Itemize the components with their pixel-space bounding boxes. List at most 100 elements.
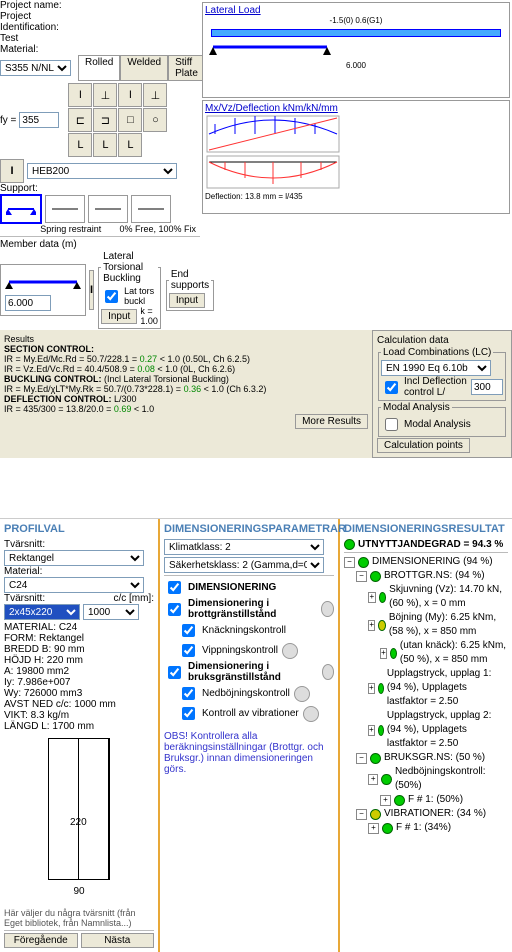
deflection-link[interactable]: Mx/Vz/Deflection kNm/kN/mm xyxy=(205,103,338,114)
profile-icon[interactable]: ⊏ xyxy=(68,108,92,132)
res-line: IR = My.Ed/χLT*My.Rk = 50.7/(0.73*228.1)… xyxy=(4,384,184,394)
ltb-checkbox[interactable] xyxy=(105,290,118,303)
deflection-value: Deflection: 13.8 mm = l/435 xyxy=(205,192,507,201)
sakerhet-select[interactable]: Säkerhetsklass: 2 (Gamma,d=0.91) xyxy=(164,557,324,573)
expand-icon[interactable]: + xyxy=(368,823,379,834)
info-line: LÄNGD L: 1700 mm xyxy=(4,721,154,732)
lateral-load-link[interactable]: Lateral Load xyxy=(205,5,261,16)
section-select[interactable]: HEB200 xyxy=(27,163,177,179)
fy-input[interactable] xyxy=(19,112,59,128)
obs-text: OBS! Kontrollera alla beräkningsinställn… xyxy=(164,731,334,775)
expand-icon[interactable]: − xyxy=(344,557,355,568)
support-cantilever-icon[interactable] xyxy=(88,195,128,223)
expand-icon[interactable]: − xyxy=(356,753,367,764)
section-preview-icon[interactable]: I xyxy=(89,270,94,310)
info-line: HÖJD H: 220 mm xyxy=(4,655,154,666)
tree-node[interactable]: −VIBRATIONER: (34 %) xyxy=(356,807,508,821)
material-select[interactable]: S355 N/NL xyxy=(0,60,71,76)
vib-label: Kontroll av vibrationer xyxy=(202,708,299,719)
status-dot-icon xyxy=(378,725,384,736)
section-i-icon[interactable]: I xyxy=(0,159,24,183)
tree-node[interactable]: −DIMENSIONERING (94 %) xyxy=(344,555,508,569)
gear-icon[interactable] xyxy=(282,643,298,659)
expand-icon[interactable]: + xyxy=(380,795,391,806)
profile-icon[interactable]: ⊐ xyxy=(93,108,117,132)
modal-checkbox[interactable] xyxy=(385,418,398,431)
hint-text: Här väljer du några tvärsnitt (från Eget… xyxy=(4,908,154,928)
dim-select[interactable]: 2x45x220 xyxy=(4,604,80,620)
material2-select[interactable]: C24 xyxy=(4,577,144,593)
section-control-head: SECTION CONTROL: xyxy=(4,344,94,354)
tree-node[interactable]: +F # 1: (34%) xyxy=(368,821,508,835)
tree-node[interactable]: +Upplagstryck, upplag 2: (94 %), Upplage… xyxy=(368,709,508,751)
tree-node[interactable]: −BRUKSGR.NS: (50 %) xyxy=(356,751,508,765)
tree-node[interactable]: +(utan knäck): 6.25 kNm, (50 %), x = 850… xyxy=(380,639,508,667)
next-button[interactable]: Nästa xyxy=(81,933,155,948)
expand-icon[interactable]: − xyxy=(356,809,367,820)
cc-select[interactable]: 1000 xyxy=(83,604,139,620)
support-fixed-icon[interactable] xyxy=(45,195,85,223)
vipp-checkbox[interactable] xyxy=(182,644,195,657)
gear-icon[interactable] xyxy=(322,664,334,680)
status-dot-icon xyxy=(358,557,369,568)
section-figure xyxy=(48,738,110,880)
dim-label: DIMENSIONERING xyxy=(188,582,276,593)
knack-checkbox[interactable] xyxy=(182,624,195,637)
tree-node[interactable]: +F # 1: (50%) xyxy=(380,793,508,807)
dim-checkbox[interactable] xyxy=(168,581,181,594)
expand-icon[interactable]: + xyxy=(368,683,375,694)
info-line: FORM: Rektangel xyxy=(4,633,154,644)
expand-icon[interactable]: + xyxy=(368,620,375,631)
expand-icon[interactable]: + xyxy=(380,648,387,659)
tab-welded[interactable]: Welded xyxy=(120,55,168,80)
gear-icon[interactable] xyxy=(303,706,319,722)
prev-button[interactable]: Föregående xyxy=(4,933,78,948)
support-pinned-icon[interactable] xyxy=(0,194,42,224)
expand-icon[interactable]: − xyxy=(356,571,367,582)
results-title: Results xyxy=(4,334,368,344)
profile-icon[interactable]: ○ xyxy=(143,108,167,132)
profile-icon[interactable]: ⊥ xyxy=(93,83,117,107)
klimat-select[interactable]: Klimatklass: 2 xyxy=(164,539,324,555)
project-value: Project xyxy=(0,11,200,22)
support-spring-icon[interactable] xyxy=(131,195,171,223)
profile-icon[interactable]: I xyxy=(118,83,142,107)
length-input[interactable] xyxy=(5,295,51,311)
gear-icon[interactable] xyxy=(294,686,310,702)
profile-icon[interactable]: L xyxy=(93,133,117,157)
info-line: Iy: 7.986e+007 xyxy=(4,677,154,688)
tree-node[interactable]: −BROTTGR.NS: (94 %) xyxy=(356,569,508,583)
tree-node[interactable]: +Skjuvning (Vz): 14.70 kN, (60 %), x = 0… xyxy=(368,583,508,611)
info-line: BREDD B: 90 mm xyxy=(4,644,154,655)
profile-icon[interactable]: ⊥ xyxy=(143,83,167,107)
expand-icon[interactable]: + xyxy=(368,592,376,603)
incl-defl-input[interactable] xyxy=(471,379,503,395)
lc-select[interactable]: EN 1990 Eq 6.10b xyxy=(381,360,491,376)
shape-select[interactable]: Rektangel xyxy=(4,550,144,566)
tree-node[interactable]: +Upplagstryck, upplag 1: (94 %), Upplage… xyxy=(368,667,508,709)
expand-icon[interactable]: + xyxy=(368,774,378,785)
incl-defl-checkbox[interactable] xyxy=(385,381,398,394)
support-label: Support: xyxy=(0,183,200,194)
profile-icon[interactable]: □ xyxy=(118,108,142,132)
profile-icon[interactable]: I xyxy=(68,83,92,107)
tree-node[interactable]: +Nedböjningskontroll: (50%) xyxy=(368,765,508,793)
profile-icon[interactable]: L xyxy=(68,133,92,157)
calc-points-button[interactable]: Calculation points xyxy=(377,438,470,453)
result-tree[interactable]: −DIMENSIONERING (94 %)−BROTTGR.NS: (94 %… xyxy=(344,555,508,835)
profile-icon[interactable]: L xyxy=(118,133,142,157)
ltb-input-button[interactable]: Input xyxy=(101,309,137,324)
expand-icon[interactable]: + xyxy=(368,725,375,736)
tree-node[interactable]: +Böjning (My): 6.25 kNm, (58 %), x = 850… xyxy=(368,611,508,639)
project-label: Project name: xyxy=(0,0,62,11)
more-results-button[interactable]: More Results xyxy=(295,414,368,429)
brott-checkbox[interactable] xyxy=(168,603,181,616)
gear-icon[interactable] xyxy=(321,601,334,617)
nedb-checkbox[interactable] xyxy=(182,687,195,700)
tab-rolled[interactable]: Rolled xyxy=(78,55,120,80)
status-dot-icon xyxy=(370,753,381,764)
bruks-checkbox[interactable] xyxy=(168,666,181,679)
ident-value: Test xyxy=(0,33,200,44)
vib-checkbox[interactable] xyxy=(182,707,195,720)
profilval-title: PROFILVAL xyxy=(4,523,154,535)
